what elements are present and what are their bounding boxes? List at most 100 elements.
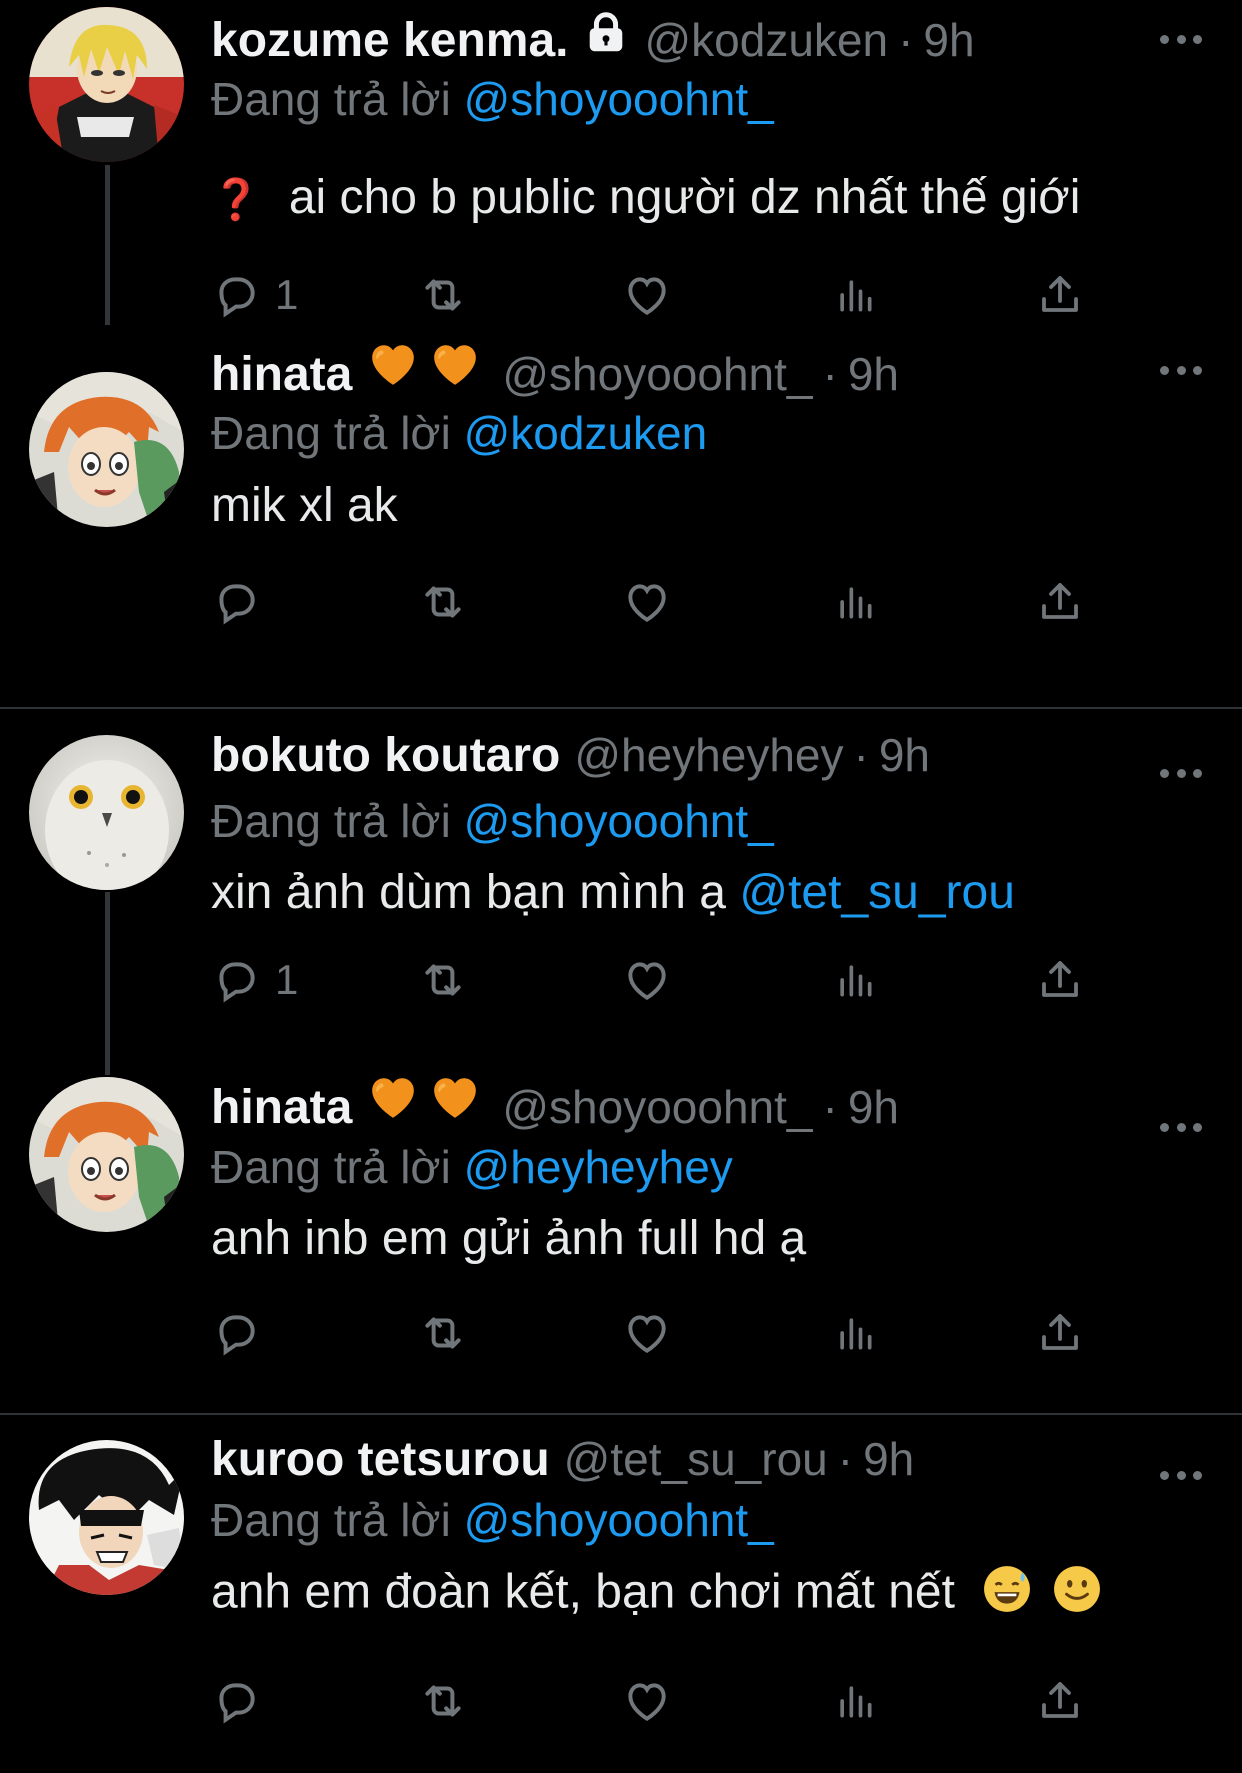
tweet-kuroo[interactable]: kuroo tetsurou @tet_su_rou · 9h Đang trả… <box>0 1416 1242 1773</box>
user-handle[interactable]: @tet_su_rou <box>564 1432 828 1486</box>
retweet-button[interactable] <box>416 270 470 320</box>
conversation-divider <box>0 1413 1242 1415</box>
views-button[interactable] <box>833 1308 877 1358</box>
tweet-body: mik xl ak <box>211 479 398 532</box>
share-button[interactable] <box>1036 270 1084 320</box>
tweet-hinata-2[interactable]: hinata @shoyooohnt_ · 9h Đang trả lời @h… <box>0 1075 1242 1410</box>
reply-icon <box>211 1676 261 1726</box>
reply-button[interactable] <box>211 1676 275 1726</box>
reply-icon <box>211 577 261 627</box>
retweet-button[interactable] <box>416 577 470 627</box>
orange-heart-emoji <box>430 1073 480 1128</box>
heart-icon <box>621 955 673 1005</box>
reply-mention-link[interactable]: @shoyooohnt_ <box>464 795 774 847</box>
hinata-avatar[interactable] <box>29 372 184 527</box>
reply-button[interactable] <box>211 1308 275 1358</box>
timestamp[interactable]: 9h <box>879 728 930 782</box>
user-handle[interactable]: @heyheyhey <box>574 728 843 782</box>
heart-icon <box>621 270 673 320</box>
separator-dot: · <box>853 729 869 781</box>
tweet-bokuto[interactable]: bokuto koutaro @heyheyhey · 9h Đang trả … <box>0 710 1242 1075</box>
reply-mention-link[interactable]: @heyheyhey <box>464 1141 733 1193</box>
share-button[interactable] <box>1036 1676 1084 1726</box>
kuroo-avatar[interactable] <box>29 1440 184 1595</box>
reply-button[interactable] <box>211 577 275 627</box>
share-icon <box>1036 956 1084 1004</box>
tweet-body: xin ảnh dùm bạn mình ạ <box>211 866 726 919</box>
timestamp[interactable]: 9h <box>848 347 899 401</box>
retweet-button[interactable] <box>416 955 470 1005</box>
tweet-text: ❓ ai cho b public người dz nhất thế giới <box>211 170 1080 225</box>
more-options-button[interactable] <box>1160 766 1202 780</box>
more-options-button[interactable] <box>1160 363 1202 377</box>
separator-dot: · <box>822 1081 838 1133</box>
thread-line <box>105 165 110 325</box>
tweet-kenma[interactable]: kozume kenma. @kodzuken · 9h Đang trả lờ… <box>0 0 1242 330</box>
tweet-header: bokuto koutaro @heyheyhey · 9h <box>211 728 930 788</box>
tweet-actions <box>211 1308 1091 1358</box>
views-button[interactable] <box>833 270 877 320</box>
display-name[interactable]: hinata <box>211 347 352 402</box>
reply-count: 1 <box>275 956 299 1003</box>
lock-icon <box>582 10 630 61</box>
hinata-avatar[interactable] <box>29 1077 184 1232</box>
replying-to: Đang trả lời @shoyooohnt_ <box>211 794 774 848</box>
share-button[interactable] <box>1036 1308 1084 1358</box>
tweet-actions: 1 <box>211 270 1091 320</box>
timestamp[interactable]: 9h <box>923 13 974 67</box>
reply-button[interactable]: 1 <box>211 270 298 320</box>
user-handle[interactable]: @kodzuken <box>644 13 888 67</box>
tweet-header: kozume kenma. @kodzuken · 9h <box>211 10 975 70</box>
like-button[interactable] <box>621 577 673 627</box>
more-options-button[interactable] <box>1160 1468 1202 1482</box>
reply-mention-link[interactable]: @shoyooohnt_ <box>464 1494 774 1546</box>
thread-line <box>105 892 110 1075</box>
like-button[interactable] <box>621 1308 673 1358</box>
share-button[interactable] <box>1036 577 1084 627</box>
more-options-button[interactable] <box>1160 1120 1202 1134</box>
timestamp[interactable]: 9h <box>863 1432 914 1486</box>
retweet-icon <box>416 1676 470 1726</box>
views-button[interactable] <box>833 577 877 627</box>
more-options-button[interactable] <box>1160 32 1202 46</box>
like-button[interactable] <box>621 955 673 1005</box>
timestamp[interactable]: 9h <box>848 1080 899 1134</box>
replying-prefix: Đang trả lời <box>211 795 451 847</box>
share-icon <box>1036 1677 1084 1725</box>
separator-dot: · <box>822 348 838 400</box>
views-button[interactable] <box>833 1676 877 1726</box>
display-name[interactable]: kozume kenma. <box>211 13 568 68</box>
display-name[interactable]: hinata <box>211 1080 352 1135</box>
kenma-avatar[interactable] <box>29 7 184 162</box>
views-button[interactable] <box>833 955 877 1005</box>
orange-heart-emoji <box>430 340 480 395</box>
share-button[interactable] <box>1036 955 1084 1005</box>
reply-mention-link[interactable]: @shoyooohnt_ <box>464 73 774 125</box>
reply-button[interactable]: 1 <box>211 955 298 1005</box>
reply-icon <box>211 1308 261 1358</box>
tweet-actions <box>211 577 1091 627</box>
replying-to: Đang trả lời @kodzuken <box>211 406 707 460</box>
owl-avatar[interactable] <box>29 735 184 890</box>
grinning-sweat-emoji <box>982 1564 1032 1626</box>
retweet-button[interactable] <box>416 1308 470 1358</box>
like-button[interactable] <box>621 270 673 320</box>
replying-prefix: Đang trả lời <box>211 1494 451 1546</box>
heart-icon <box>621 1676 673 1726</box>
reply-mention-link[interactable]: @kodzuken <box>464 407 708 459</box>
replying-prefix: Đang trả lời <box>211 1141 451 1193</box>
retweet-button[interactable] <box>416 1676 470 1726</box>
tweet-header: kuroo tetsurou @tet_su_rou · 9h <box>211 1432 914 1492</box>
tweet-hinata-1[interactable]: hinata @shoyooohnt_ · 9h Đang trả lời @k… <box>0 330 1242 710</box>
retweet-icon <box>416 577 470 627</box>
like-button[interactable] <box>621 1676 673 1726</box>
text-mention-link[interactable]: @tet_su_rou <box>739 866 1015 919</box>
separator-dot: · <box>837 1433 854 1485</box>
display-name[interactable]: kuroo tetsurou <box>211 1432 550 1487</box>
display-name[interactable]: bokuto koutaro <box>211 728 560 783</box>
heart-icon <box>621 577 673 627</box>
replying-to: Đang trả lời @shoyooohnt_ <box>211 1493 774 1547</box>
user-handle[interactable]: @shoyooohnt_ <box>502 1080 812 1134</box>
user-handle[interactable]: @shoyooohnt_ <box>502 347 812 401</box>
share-icon <box>1036 578 1084 626</box>
